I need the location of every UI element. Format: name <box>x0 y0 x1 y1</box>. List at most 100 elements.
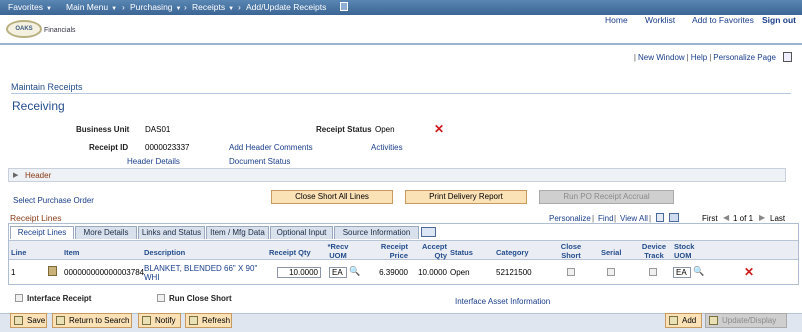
header-section-label: Header <box>25 171 52 180</box>
interface-asset-information-link[interactable]: Interface Asset Information <box>455 297 550 306</box>
header-details-link[interactable]: Header Details <box>127 157 180 166</box>
col-stock-uom: Stock UOM <box>674 242 695 260</box>
sign-out-link[interactable]: Sign out <box>762 15 796 25</box>
top-navigation-bar: Favorites ▼ Main Menu ▼ › Purchasing ▼ › Re… <box>0 0 802 15</box>
page-title: Receiving <box>12 99 65 113</box>
close-short-all-lines-button[interactable]: Close Short All Lines <box>271 190 393 204</box>
find-link[interactable]: Find <box>598 214 614 223</box>
last-label[interactable]: Last <box>770 214 785 223</box>
notify-icon <box>142 316 151 325</box>
header-section-toggle[interactable]: ▶ Header <box>8 168 786 182</box>
personalize-page-icon[interactable] <box>783 52 792 62</box>
select-purchase-order-link[interactable]: Select Purchase Order <box>13 196 94 205</box>
interface-receipt-checkbox[interactable] <box>15 294 23 302</box>
add-header-comments-link[interactable]: Add Header Comments <box>229 143 313 152</box>
zoom-grid-icon[interactable] <box>656 213 664 222</box>
breadcrumb-current: Add/Update Receipts <box>246 2 327 12</box>
interface-receipt-label: Interface Receipt <box>27 294 92 303</box>
tab-optional-input[interactable]: Optional Input <box>270 226 333 239</box>
row-category: 52121500 <box>496 268 532 277</box>
row-description-line1[interactable]: BLANKET, BLENDED 66" X 90" <box>144 264 257 273</box>
run-close-short-checkbox[interactable] <box>157 294 165 302</box>
col-line: Line <box>11 248 27 257</box>
col-close-short: Close Short <box>560 242 582 260</box>
add-to-favorites-link[interactable]: Add to Favorites <box>692 15 754 25</box>
row-receipt-price: 6.39000 <box>379 268 408 277</box>
first-label[interactable]: First <box>702 214 718 223</box>
col-serial: Serial <box>601 248 622 257</box>
worklist-link[interactable]: Worklist <box>645 15 675 25</box>
col-description: Description <box>144 248 186 257</box>
business-unit-value: DAS01 <box>145 125 171 134</box>
save-icon <box>14 316 23 325</box>
return-to-search-button[interactable]: Return to Search <box>52 313 132 328</box>
col-accept-qty: Accept Qty <box>421 242 447 260</box>
help-link[interactable]: Help <box>691 53 707 62</box>
row-item: 000000000000003784 <box>64 268 145 277</box>
activities-link[interactable]: Activities <box>371 143 403 152</box>
breadcrumb-purchasing[interactable]: Purchasing ▼ <box>130 2 181 12</box>
col-item: Item <box>64 248 80 257</box>
separator: | <box>614 214 617 223</box>
print-delivery-report-button[interactable]: Print Delivery Report <box>405 190 527 204</box>
recv-uom-lookup-icon[interactable]: 🔍 <box>349 266 360 277</box>
receipt-qty-input[interactable]: 10.0000 <box>277 267 321 278</box>
tab-receipt-lines[interactable]: Receipt Lines <box>10 226 74 239</box>
col-category: Category <box>496 248 529 257</box>
col-receipt-qty: Receipt Qty <box>269 248 311 257</box>
home-link[interactable]: Home <box>605 15 628 25</box>
device-track-checkbox[interactable] <box>649 268 657 276</box>
receipt-id-value: 0000023337 <box>145 143 190 152</box>
next-arrow-icon[interactable]: ▶ <box>759 213 765 222</box>
close-short-checkbox[interactable] <box>567 268 575 276</box>
add-button[interactable]: Add <box>665 313 702 328</box>
previous-arrow-icon[interactable]: ◀ <box>723 213 729 222</box>
add-icon <box>669 316 678 325</box>
new-window-link[interactable]: New Window <box>638 53 685 62</box>
tab-item-mfg-data[interactable]: Item / Mfg Data <box>206 226 269 239</box>
header-band: OAKS Financials Home Worklist Add to Fav… <box>0 15 802 45</box>
update-display-icon <box>709 316 718 325</box>
receipt-lines-title: Receipt Lines <box>10 213 62 223</box>
breadcrumb-separator-icon: › <box>122 2 125 12</box>
save-button[interactable]: Save <box>10 313 47 328</box>
stock-uom-lookup-icon[interactable]: 🔍 <box>693 266 704 277</box>
divider <box>11 93 791 94</box>
notify-button[interactable]: Notify <box>138 313 181 328</box>
update-display-button: Update/Display <box>705 313 787 328</box>
main-menu[interactable]: Main Menu ▼ <box>66 2 117 12</box>
download-grid-icon[interactable] <box>669 213 679 222</box>
personalize-link[interactable]: Personalize <box>549 214 591 223</box>
stock-uom-input[interactable]: EA <box>673 267 691 278</box>
run-close-short-label: Run Close Short <box>169 294 232 303</box>
col-device-track: Device Track <box>641 242 667 260</box>
receipt-status-label: Receipt Status <box>316 125 372 134</box>
personalize-page-link[interactable]: Personalize Page <box>713 53 776 62</box>
favorites-menu[interactable]: Favorites ▼ <box>8 2 52 12</box>
dropdown-arrow-icon: ▼ <box>45 6 52 12</box>
breadcrumb-separator-icon: › <box>184 2 187 12</box>
dropdown-arrow-icon: ▼ <box>175 6 182 12</box>
page-icon <box>340 2 348 11</box>
business-unit-label: Business Unit <box>76 125 130 134</box>
product-name: Financials <box>44 27 76 34</box>
show-all-columns-icon[interactable] <box>421 227 436 237</box>
serial-checkbox[interactable] <box>607 268 615 276</box>
item-details-icon[interactable] <box>48 266 57 276</box>
tab-links-and-status[interactable]: Links and Status <box>138 226 205 239</box>
document-status-link[interactable]: Document Status <box>229 157 290 166</box>
col-receipt-price: Receipt Price <box>380 242 408 260</box>
delete-receipt-icon[interactable]: ✕ <box>434 123 444 135</box>
col-recv-uom: *Recv UOM <box>327 242 349 260</box>
recv-uom-input[interactable]: EA <box>329 267 347 278</box>
refresh-button[interactable]: Refresh <box>185 313 232 328</box>
breadcrumb-separator-icon: › <box>238 2 241 12</box>
view-all-link[interactable]: View All <box>620 214 648 223</box>
refresh-icon <box>189 316 198 325</box>
delete-row-icon[interactable]: ✕ <box>744 266 754 278</box>
breadcrumb-receipts[interactable]: Receipts ▼ <box>192 2 234 12</box>
tab-source-information[interactable]: Source Information <box>334 226 419 239</box>
col-status: Status <box>450 248 473 257</box>
row-description-line2[interactable]: WHI <box>144 273 160 282</box>
tab-more-details[interactable]: More Details <box>75 226 137 239</box>
